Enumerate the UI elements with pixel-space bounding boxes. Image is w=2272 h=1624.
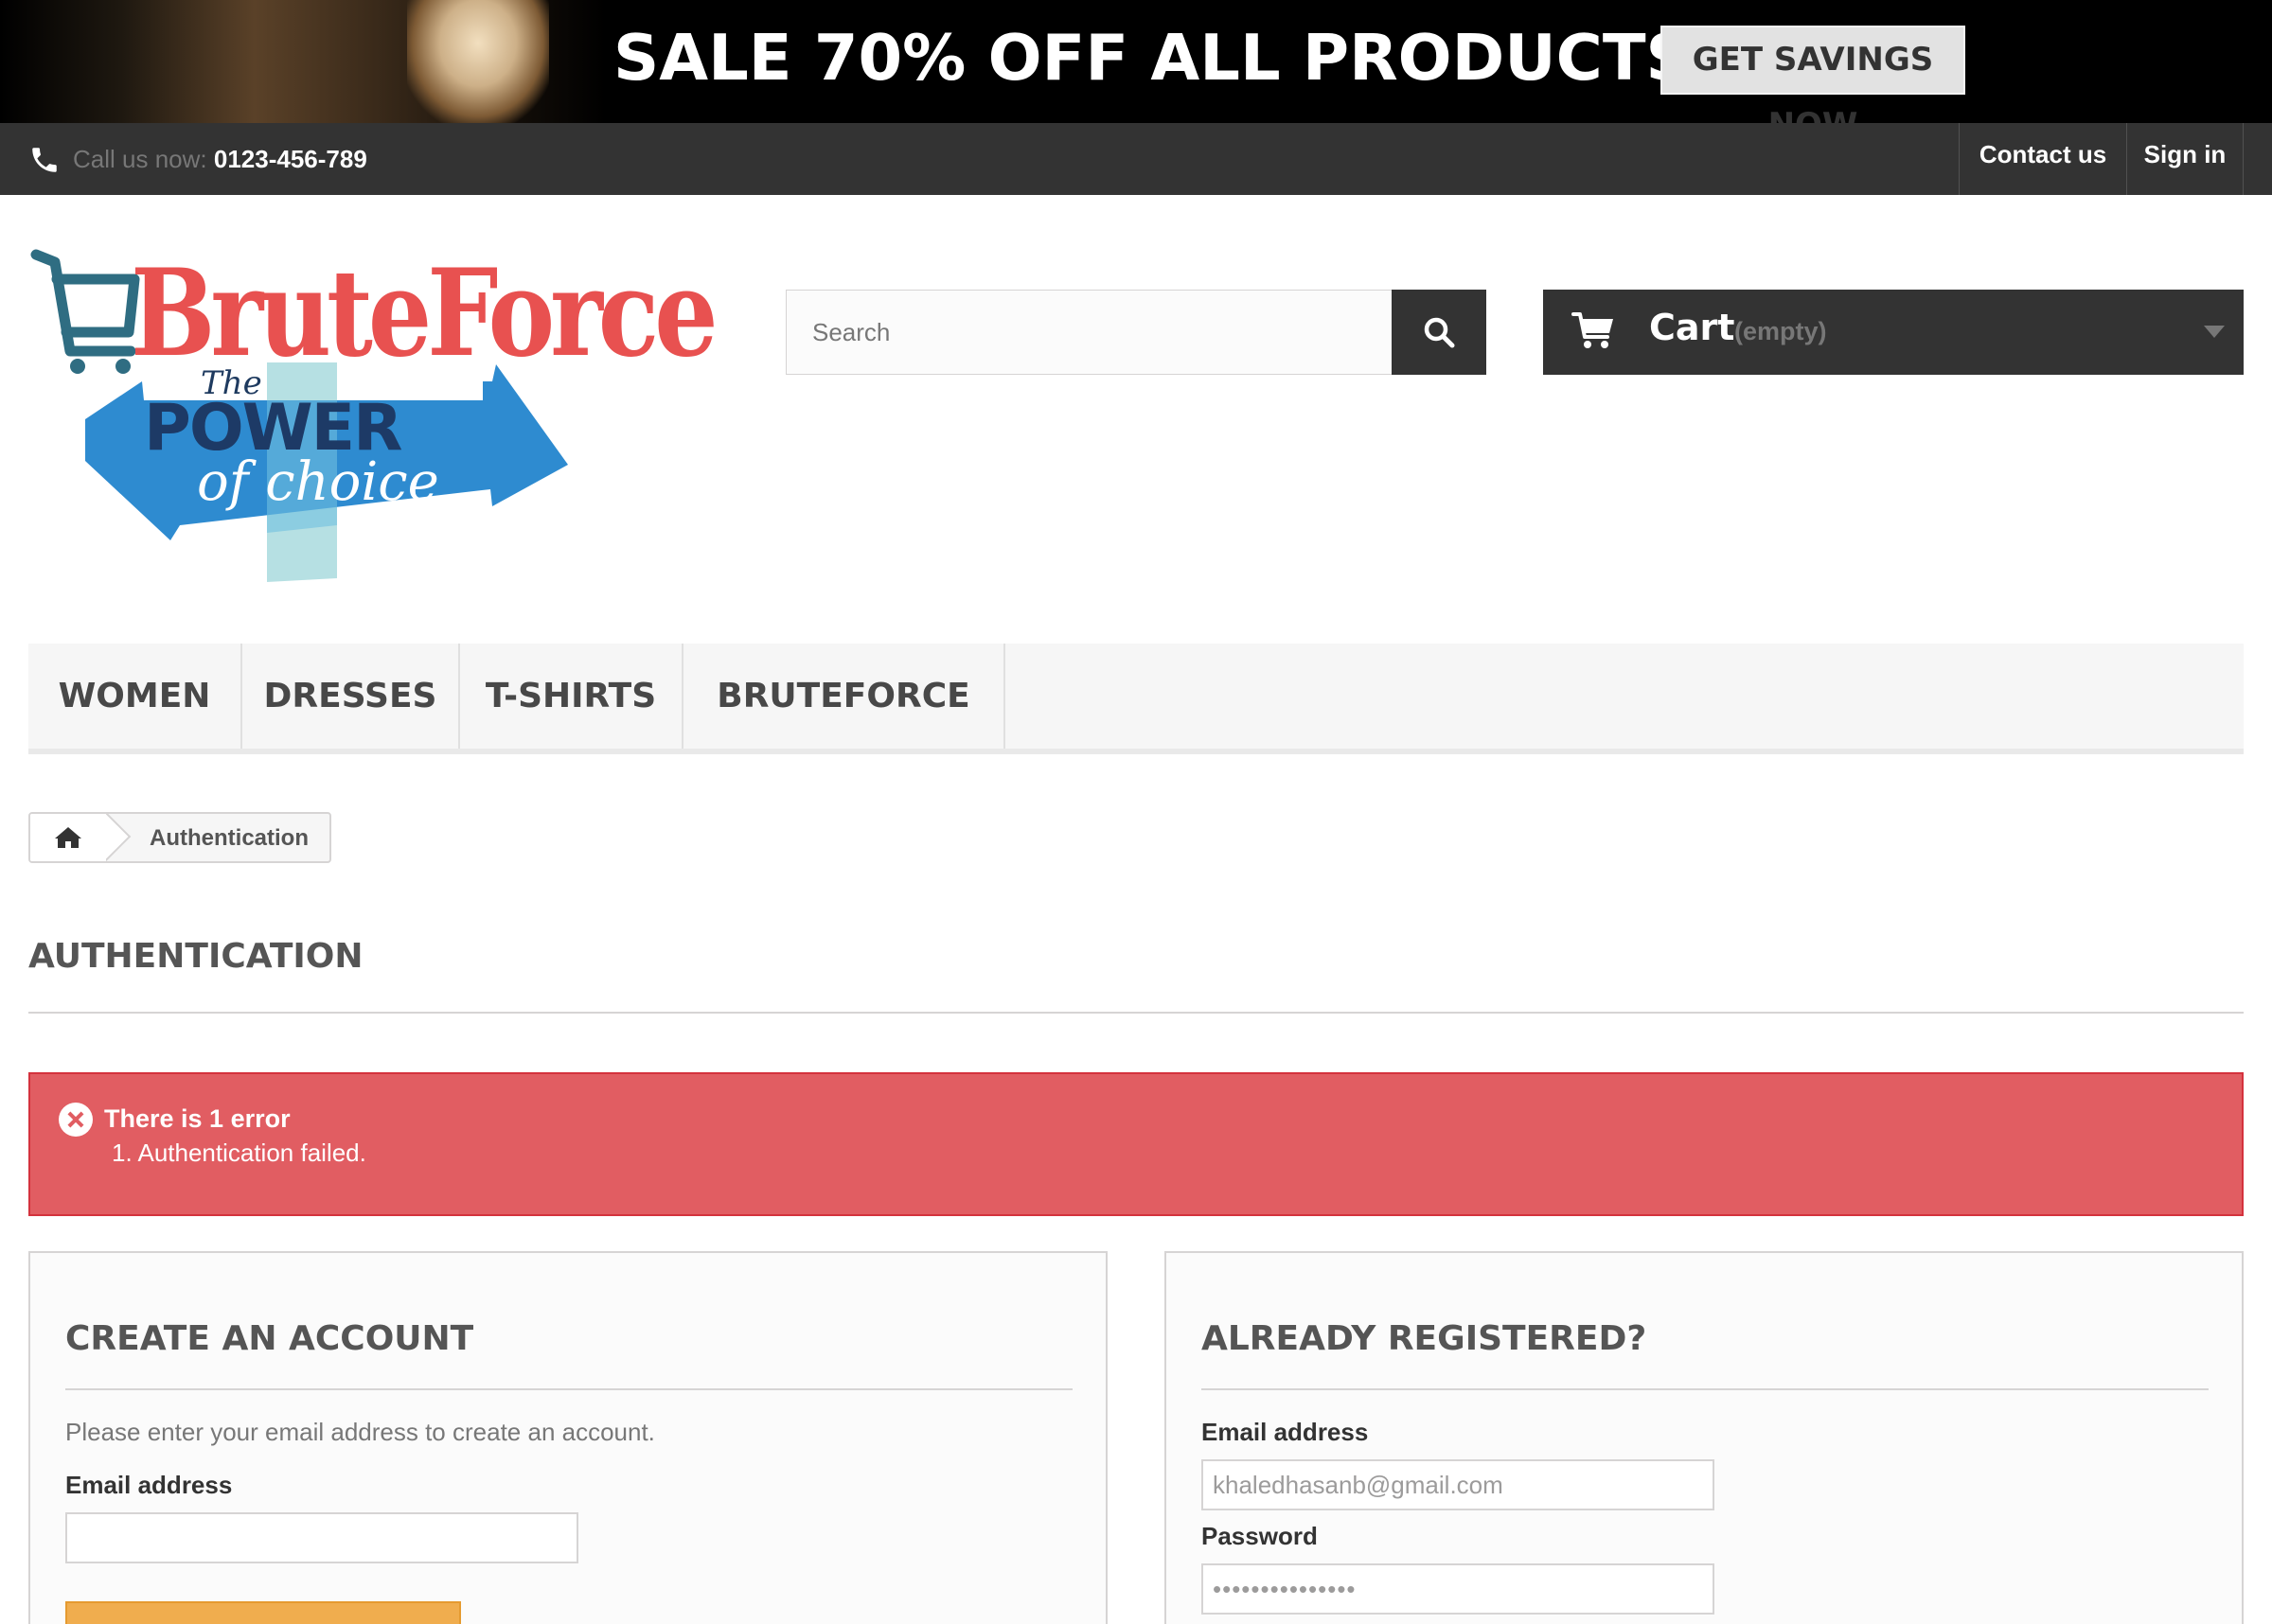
logo-brand-text: BruteForce xyxy=(131,243,719,383)
page-title: AUTHENTICATION xyxy=(28,937,364,976)
divider xyxy=(1201,1388,2209,1390)
banner-model-image xyxy=(407,0,549,123)
menu-item-t-shirts[interactable]: T-SHIRTS xyxy=(460,644,683,749)
search-input[interactable] xyxy=(787,291,1393,374)
logo-cart-wheel xyxy=(115,359,131,374)
promo-banner[interactable]: SALE 70% OFF ALL PRODUCTS GET SAVINGS NO… xyxy=(0,0,2272,123)
breadcrumb: Authentication xyxy=(28,812,331,863)
home-icon xyxy=(55,827,81,848)
chevron-down-icon xyxy=(2204,326,2225,338)
breadcrumb-home[interactable] xyxy=(30,814,106,861)
alert-message: 1. Authentication failed. xyxy=(112,1139,366,1167)
create-email-label: Email address xyxy=(65,1471,233,1499)
call-us-text: Call us now: 0123-456-789 xyxy=(73,145,367,174)
error-alert: There is 1 error 1. Authentication faile… xyxy=(28,1072,2244,1216)
login-email-label: Email address xyxy=(1201,1418,1369,1446)
sign-in-link[interactable]: Sign in xyxy=(2126,123,2244,195)
phone-icon xyxy=(32,148,57,172)
call-us-label: Call us now: xyxy=(73,145,207,173)
create-account-box: CREATE AN ACCOUNT Please enter your emai… xyxy=(28,1251,1108,1624)
top-nav-bar: Call us now: 0123-456-789 Contact us Sig… xyxy=(0,123,2272,195)
already-registered-title: ALREADY REGISTERED? xyxy=(1201,1319,1647,1358)
create-account-description: Please enter your email address to creat… xyxy=(65,1418,655,1446)
create-account-title: CREATE AN ACCOUNT xyxy=(65,1319,474,1358)
logo-cart-icon xyxy=(30,249,140,357)
menu-item-women[interactable]: WOMEN xyxy=(28,644,242,749)
create-account-button[interactable] xyxy=(65,1601,461,1624)
divider xyxy=(65,1388,1073,1390)
search-button[interactable] xyxy=(1392,290,1486,375)
password-label: Password xyxy=(1201,1522,1318,1550)
shopping-cart-icon xyxy=(1571,312,1613,348)
get-savings-button[interactable]: GET SAVINGS NOW xyxy=(1660,26,1965,123)
cart-label: Cart xyxy=(1649,307,1735,348)
search-icon xyxy=(1424,317,1455,348)
create-email-field[interactable] xyxy=(65,1512,578,1563)
breadcrumb-current: Authentication xyxy=(150,825,309,851)
contact-us-link[interactable]: Contact us xyxy=(1959,123,2126,195)
password-field[interactable] xyxy=(1201,1563,1714,1615)
already-registered-box: ALREADY REGISTERED? Email address Passwo… xyxy=(1164,1251,2244,1624)
alert-title: There is 1 error xyxy=(104,1104,291,1133)
main-menu: WOMEN DRESSES T-SHIRTS BRUTEFORCE xyxy=(28,644,2244,754)
login-email-field[interactable] xyxy=(1201,1459,1714,1510)
menu-item-dresses[interactable]: DRESSES xyxy=(242,644,460,749)
cart-status: (empty) xyxy=(1734,317,1827,345)
logo-tagline-choice: of choice xyxy=(197,451,439,513)
divider xyxy=(28,1012,2244,1014)
site-logo[interactable]: BruteForce The POWER of choice xyxy=(28,241,719,582)
phone-number: 0123-456-789 xyxy=(213,145,367,173)
menu-item-bruteforce[interactable]: BRUTEFORCE xyxy=(683,644,1005,749)
logo-cart-wheel xyxy=(70,359,85,374)
cart-dropdown[interactable]: Cart (empty) xyxy=(1543,290,2244,375)
error-icon xyxy=(59,1103,93,1137)
banner-headline: SALE 70% OFF ALL PRODUCTS xyxy=(613,21,1692,95)
search-box xyxy=(786,290,1393,375)
